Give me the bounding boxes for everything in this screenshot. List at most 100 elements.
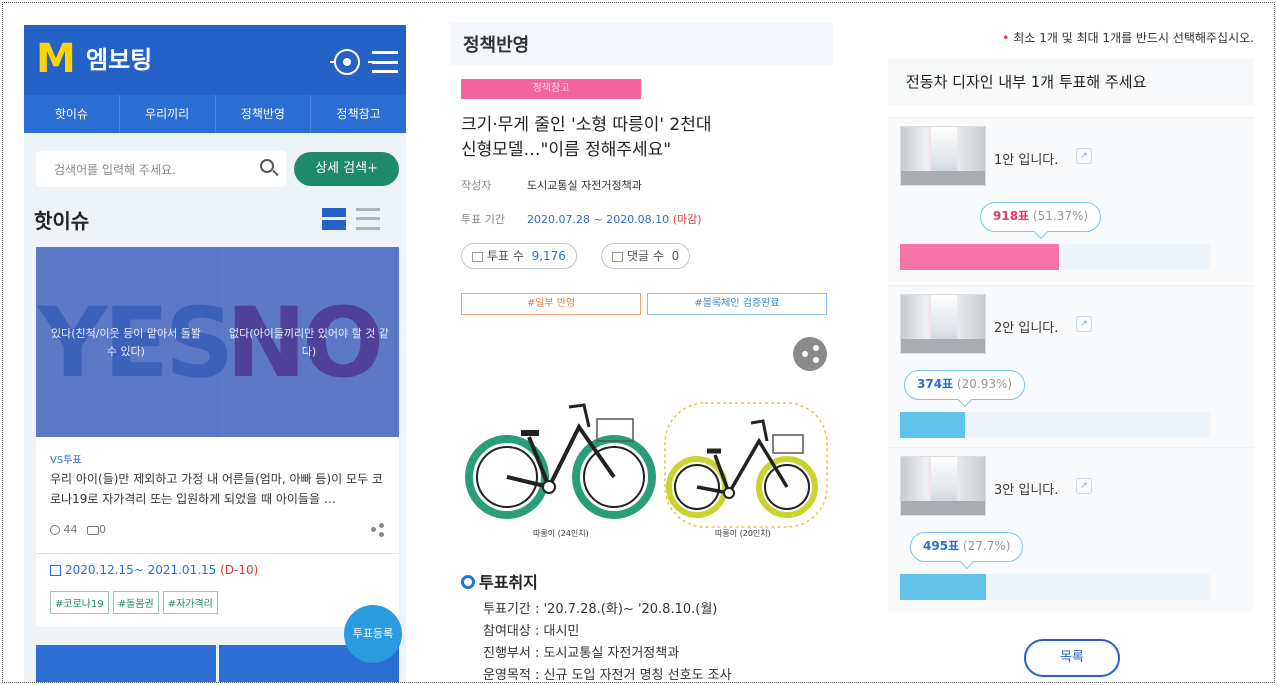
option-label[interactable]: 1안 입니다. <box>994 149 1058 168</box>
policy-detail-panel: 정책반영 정책참고 크기·무게 줄인 '소형 따릉이' 2천대 신형모델…"이름… <box>451 17 836 683</box>
vote-question: 전동차 디자인 내부 1개 투표해 주세요 <box>906 73 1147 91</box>
partial-reflection-tag: #일부 반영 <box>461 293 641 315</box>
card-view-icon[interactable] <box>322 208 346 230</box>
vote-option-3[interactable]: 3안 입니다. ↗ 495표 (27.7%) <box>888 447 1254 612</box>
logo-text[interactable]: 엠보팅 <box>86 45 152 75</box>
vote-percent: (20.93%) <box>956 377 1013 391</box>
selection-note-text: 최소 1개 및 최대 1개를 반드시 선택해주십시오. <box>1013 31 1254 45</box>
option-label[interactable]: 3안 입니다. <box>994 479 1058 498</box>
result-bar-track <box>900 244 1210 270</box>
external-link-icon[interactable]: ↗ <box>1076 148 1092 164</box>
page-title: 정책반영 <box>463 35 530 56</box>
vote-count: 374표 <box>917 377 954 391</box>
register-vote-button[interactable]: 투표등록 <box>344 605 402 663</box>
headline-line-2: 신형모델…"이름 정해주세요" <box>461 140 672 160</box>
vote-count-label: 투표 수 <box>487 249 524 263</box>
external-link-icon[interactable]: ↗ <box>1076 316 1092 332</box>
vote-count: 918표 <box>993 209 1030 223</box>
author-label: 작성자 <box>461 179 492 192</box>
search-placeholder: 검색어를 입력해 주세요. <box>54 163 176 177</box>
category-badge: 정책참고 <box>461 79 641 99</box>
bike-image <box>465 402 828 528</box>
vote-result-bubble: 374표 (20.93%) <box>904 370 1026 400</box>
section-title: 핫이슈 <box>34 209 90 233</box>
external-link-icon[interactable]: ↗ <box>1076 478 1092 494</box>
share-icon[interactable] <box>371 523 385 537</box>
main-nav-tabs: 핫이슈 우리끼리 정책반영 정책참고 <box>24 95 406 133</box>
train-interior-image[interactable] <box>900 456 986 516</box>
vote-result-panel: • 최소 1개 및 최대 1개를 반드시 선택해주십시오. 전동차 디자인 내부 … <box>880 17 1274 682</box>
train-interior-image[interactable] <box>900 126 986 186</box>
vote-description: 우리 아이(들)만 제외하고 가정 내 어른들(엄마, 아빠 등)이 모두 코로… <box>50 472 383 506</box>
d-day-badge: (D-10) <box>220 563 259 577</box>
comment-count-pill[interactable]: 댓글 수 0 <box>601 243 691 269</box>
no-option-text: 없다(아이들끼리만 있어야 할 것 같다) <box>229 327 389 358</box>
vote-card[interactable]: YES NO 있다(친척/이웃 등이 맡아서 돌봘 수 있다) 없다(아이들끼리… <box>36 247 399 627</box>
info-line: 진행부서 : 도시교통실 자전거정책과 <box>483 646 680 661</box>
blockchain-verified-tag: #블록체인 검증완료 <box>647 293 827 315</box>
comment-count-label: 댓글 수 <box>627 249 664 263</box>
mobile-home-panel: M 엠보팅 핫이슈 우리끼리 정책반영 정책참고 검색어를 입력해 주세요. 상… <box>24 25 406 682</box>
vote-result-bubble: 918표 (51.37%) <box>980 202 1102 232</box>
vote-option-1[interactable]: 1안 입니다. ↗ 918표 (51.37%) <box>888 117 1254 282</box>
ballot-icon <box>472 251 483 262</box>
info-line: 투표기간 : '20.7.28.(화)~ '20.8.10.(월) <box>483 602 718 617</box>
period-value: 2020.07.28 ~ 2020.08.10 (마감) <box>527 211 702 227</box>
comment-icon <box>87 525 99 535</box>
search-input[interactable]: 검색어를 입력해 주세요. <box>36 151 286 187</box>
section-heading: 투표취지 <box>461 569 538 593</box>
bike-caption-right: 따릉이 (20인치) <box>715 529 771 538</box>
tag[interactable]: #돌봄권 <box>112 591 159 614</box>
calendar-icon <box>50 565 61 576</box>
screenshot-frame: M 엠보팅 핫이슈 우리끼리 정책반영 정책참고 검색어를 입력해 주세요. 상… <box>2 2 1275 683</box>
search-icon[interactable] <box>260 159 274 173</box>
tag[interactable]: #코로나19 <box>50 591 109 614</box>
hamburger-menu-icon[interactable] <box>372 51 398 73</box>
period-label: 투표 기간 <box>461 213 505 226</box>
policy-headline: 크기·무게 줄인 '소형 따릉이' 2천대 신형모델…"이름 정해주세요" <box>461 113 791 163</box>
info-line: 참여대상 : 대시민 <box>483 624 580 639</box>
tab-policy-applied[interactable]: 정책반영 <box>216 95 312 133</box>
bike-caption-left: 따릉이 (24인치) <box>533 529 589 538</box>
period-dates: 2020.07.28 ~ 2020.08.10 <box>527 213 670 226</box>
vote-info-list: 투표기간 : '20.7.28.(화)~ '20.8.10.(월) 참여대상 :… <box>483 599 732 683</box>
train-interior-image[interactable] <box>900 294 986 354</box>
vote-percent: (51.37%) <box>1032 209 1089 223</box>
author-value: 도시교통실 자전거정책과 <box>527 179 642 192</box>
tag[interactable]: #자가격리 <box>162 591 218 614</box>
list-button[interactable]: 목록 <box>1024 639 1120 677</box>
next-vote-card[interactable] <box>36 645 399 682</box>
comment-count-value: 0 <box>671 249 680 263</box>
list-view-icon[interactable] <box>356 208 380 230</box>
vs-image: YES NO 있다(친척/이웃 등이 맡아서 돌봘 수 있다) 없다(아이들끼리… <box>36 247 399 437</box>
vote-count-value: 9,176 <box>531 249 566 263</box>
vote-result-bubble: 495표 (27.7%) <box>910 532 1024 562</box>
tag-list: #코로나19 #돌봄권 #자가격리 <box>50 591 218 614</box>
vote-period: 2020.12.15~ 2021.01.15 (D-10) <box>50 563 258 577</box>
yes-option-text: 있다(친척/이웃 등이 맡아서 돌봘 수 있다) <box>50 327 202 358</box>
divider <box>36 553 399 554</box>
info-line: 운영목적 : 신규 도입 자전거 명칭 선호도 조사 <box>483 668 732 683</box>
share-icon[interactable] <box>793 337 827 371</box>
detail-search-button[interactable]: 상세 검색+ <box>294 152 399 186</box>
location-target-icon[interactable] <box>330 49 372 75</box>
app-header: M 엠보팅 <box>24 25 406 95</box>
author-row: 작성자 도시교통실 자전거정책과 <box>461 177 642 193</box>
result-bar-fill <box>900 244 1060 270</box>
tab-hot-issue[interactable]: 핫이슈 <box>24 95 120 133</box>
tab-policy-reference[interactable]: 정책참고 <box>311 95 406 133</box>
logo-letter[interactable]: M <box>36 39 76 79</box>
vote-count: 495표 <box>923 539 960 553</box>
tab-among-us[interactable]: 우리끼리 <box>120 95 216 133</box>
option-label[interactable]: 2안 입니다. <box>994 317 1058 336</box>
card-stats: 44 0 <box>50 523 106 536</box>
headline-line-1: 크기·무게 줄인 '소형 따릉이' 2천대 <box>461 115 712 135</box>
participant-count: 44 <box>63 523 78 536</box>
section-heading-text: 투표취지 <box>479 573 538 592</box>
vote-percent: (27.7%) <box>962 539 1011 553</box>
result-bar-fill <box>900 574 986 600</box>
vote-option-2[interactable]: 2안 입니다. ↗ 374표 (20.93%) <box>888 285 1254 450</box>
selection-note: • 최소 1개 및 최대 1개를 반드시 선택해주십시오. <box>1002 31 1254 45</box>
result-bar-fill <box>900 412 965 438</box>
period-row: 투표 기간 2020.07.28 ~ 2020.08.10 (마감) <box>461 211 702 227</box>
